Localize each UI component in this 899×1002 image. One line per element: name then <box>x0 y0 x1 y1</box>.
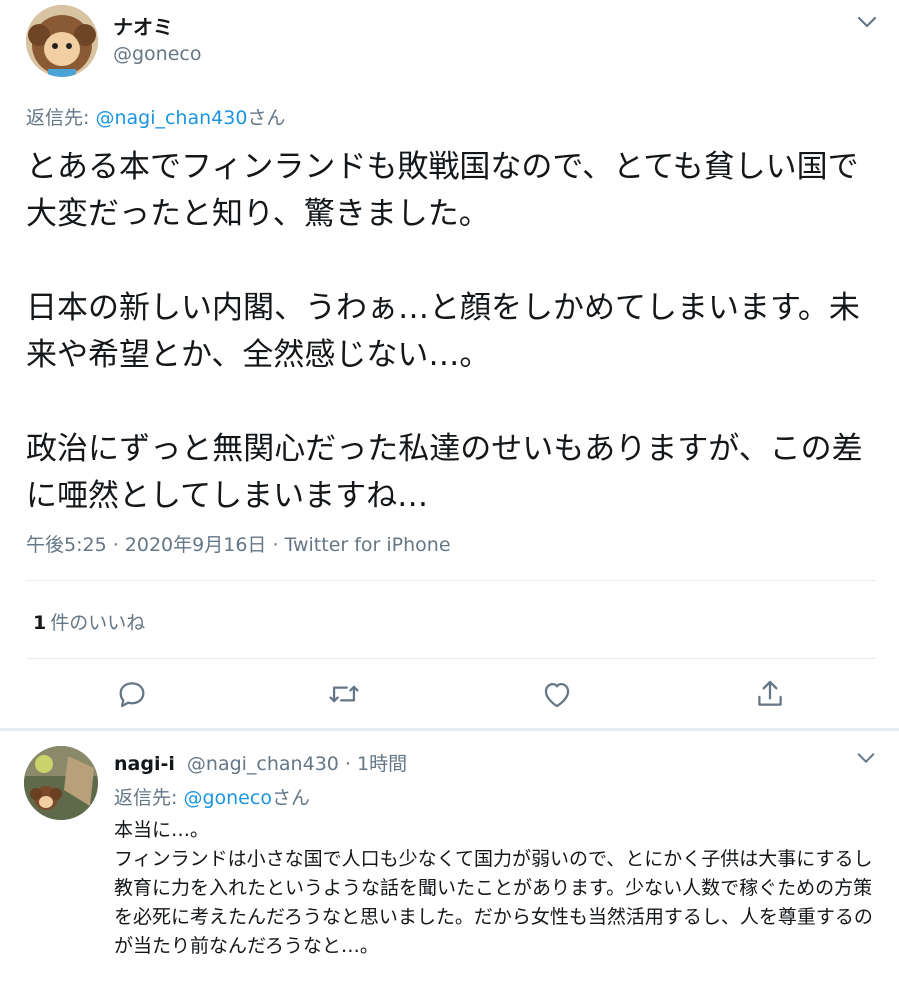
chevron-down-icon[interactable] <box>855 747 877 769</box>
reply-to-prefix: 返信先: <box>114 787 184 809</box>
divider <box>26 658 876 659</box>
like-count: 1 <box>33 612 47 634</box>
handle[interactable]: @nagi_chan430 <box>187 753 339 775</box>
reply-header: nagi-i @nagi_chan430 · 1時間 <box>114 749 407 776</box>
like-icon[interactable] <box>540 677 574 711</box>
divider <box>26 580 876 581</box>
like-label: 件のいいね <box>50 612 146 634</box>
reply-to-line: 返信先: @gonecoさん <box>114 783 310 810</box>
share-icon[interactable] <box>753 677 787 711</box>
reply-icon[interactable] <box>115 677 149 711</box>
avatar[interactable] <box>24 746 98 820</box>
reply-time[interactable]: 1時間 <box>357 753 407 775</box>
reply-to-handle-link[interactable]: @goneco <box>183 787 272 809</box>
display-name[interactable]: nagi-i <box>114 753 175 775</box>
avatar-image <box>26 5 98 77</box>
separator: · <box>344 753 351 775</box>
retweet-icon[interactable] <box>327 677 361 711</box>
reply-to-handle-link[interactable]: @nagi_chan430 <box>95 107 247 129</box>
chevron-down-icon[interactable] <box>855 10 879 34</box>
avatar[interactable] <box>26 5 98 77</box>
handle[interactable]: @goneco <box>113 43 202 65</box>
tweet-text: とある本でフィンランドも敗戦国なので、とても貧しい国で大変だったと知り、驚きまし… <box>26 149 863 514</box>
reply-to-suffix: さん <box>271 787 310 809</box>
tweet-timestamp[interactable]: 午後5:25 · 2020年9月16日 · Twitter for iPhone <box>26 530 451 557</box>
reply-to-line: 返信先: @nagi_chan430さん <box>26 103 285 130</box>
main-tweet: ナオミ @goneco 返信先: @nagi_chan430さん とある本でフィ… <box>0 0 899 728</box>
reply-text: 本当に…。 フィンランドは小さな国で人口も少なくて国力が弱いので、とにかく子供は… <box>114 819 873 957</box>
avatar-image <box>24 746 98 820</box>
display-name[interactable]: ナオミ <box>113 11 173 40</box>
like-count-row[interactable]: 1 件のいいね <box>33 608 145 635</box>
reply-to-suffix: さん <box>247 107 286 129</box>
section-divider <box>0 728 899 731</box>
reply-to-prefix: 返信先: <box>26 107 96 129</box>
